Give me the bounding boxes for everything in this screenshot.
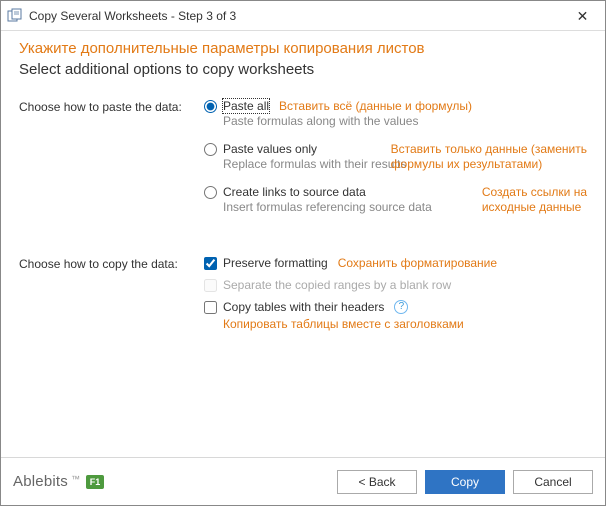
brand-text: Ablebits [13, 473, 68, 490]
section-copy-options: Preserve formatting Сохранить форматиров… [204, 256, 587, 345]
radio-create-links-label[interactable]: Create links to source data [223, 185, 366, 199]
annot-tables-headers: Копировать таблицы вместе с заголовками [223, 317, 587, 331]
checkbox-separate-blank-row [204, 279, 217, 292]
annot-values-only-l2: формулы их результатами) [391, 157, 543, 171]
option-create-links: Create links to source data Insert formu… [204, 185, 587, 214]
brand: Ablebits ™ F1 [13, 473, 329, 490]
brand-tm: ™ [71, 474, 80, 484]
radio-paste-all-label[interactable]: Paste all [223, 99, 269, 113]
header-annotation: Укажите дополнительные параметры копиров… [19, 39, 587, 59]
checkbox-tables-headers-label[interactable]: Copy tables with their headers [223, 300, 384, 314]
header-area: Укажите дополнительные параметры копиров… [1, 31, 605, 81]
cancel-button[interactable]: Cancel [513, 470, 593, 494]
dialog-window: Copy Several Worksheets - Step 3 of 3 ✕ … [0, 0, 606, 506]
titlebar: Copy Several Worksheets - Step 3 of 3 ✕ [1, 1, 605, 31]
radio-values-only-label[interactable]: Paste values only [223, 142, 317, 156]
option-values-only: Paste values only Replace formulas with … [204, 142, 587, 171]
option-paste-all: Paste all Вставить всё (данные и формулы… [204, 99, 587, 128]
footer: Ablebits ™ F1 < Back Copy Cancel [1, 457, 605, 505]
annot-create-links-l2: исходные данные [482, 200, 581, 214]
copy-button[interactable]: Copy [425, 470, 505, 494]
app-icon [7, 8, 23, 24]
section-paste-options: Paste all Вставить всё (данные и формулы… [204, 99, 587, 228]
checkbox-separate-blank-row-label: Separate the copied ranges by a blank ro… [223, 278, 451, 292]
option-separate-blank-row: Separate the copied ranges by a blank ro… [204, 278, 587, 292]
checkbox-preserve-formatting-label[interactable]: Preserve formatting [223, 256, 328, 270]
option-tables-headers: Copy tables with their headers ? Копиров… [204, 300, 587, 331]
radio-values-only[interactable] [204, 143, 217, 156]
annot-create-links-l1: Создать ссылки на [482, 185, 587, 199]
radio-paste-all[interactable] [204, 100, 217, 113]
window-title: Copy Several Worksheets - Step 3 of 3 [29, 9, 560, 23]
close-icon: ✕ [577, 9, 589, 23]
radio-create-links[interactable] [204, 186, 217, 199]
desc-paste-all: Paste formulas along with the values [223, 114, 587, 128]
help-icon[interactable]: ? [394, 300, 408, 314]
annot-preserve-formatting: Сохранить форматирование [338, 256, 497, 270]
header-main: Select additional options to copy worksh… [19, 60, 587, 80]
annot-create-links: Создать ссылки на исходные данные [482, 185, 587, 215]
content-area: Choose how to paste the data: Paste all … [1, 81, 605, 458]
close-button[interactable]: ✕ [560, 1, 605, 31]
section-copy-label: Choose how to copy the data: [19, 256, 204, 345]
back-button[interactable]: < Back [337, 470, 417, 494]
annot-values-only: Вставить только данные (заменить формулы… [391, 142, 587, 172]
section-copy: Choose how to copy the data: Preserve fo… [19, 256, 587, 345]
option-preserve-formatting: Preserve formatting Сохранить форматиров… [204, 256, 587, 270]
checkbox-tables-headers[interactable] [204, 301, 217, 314]
section-paste-label: Choose how to paste the data: [19, 99, 204, 228]
checkbox-preserve-formatting[interactable] [204, 257, 217, 270]
section-paste: Choose how to paste the data: Paste all … [19, 99, 587, 228]
annot-values-only-l1: Вставить только данные (заменить [391, 142, 587, 156]
brand-badge[interactable]: F1 [86, 475, 104, 489]
annot-paste-all: Вставить всё (данные и формулы) [279, 99, 472, 113]
